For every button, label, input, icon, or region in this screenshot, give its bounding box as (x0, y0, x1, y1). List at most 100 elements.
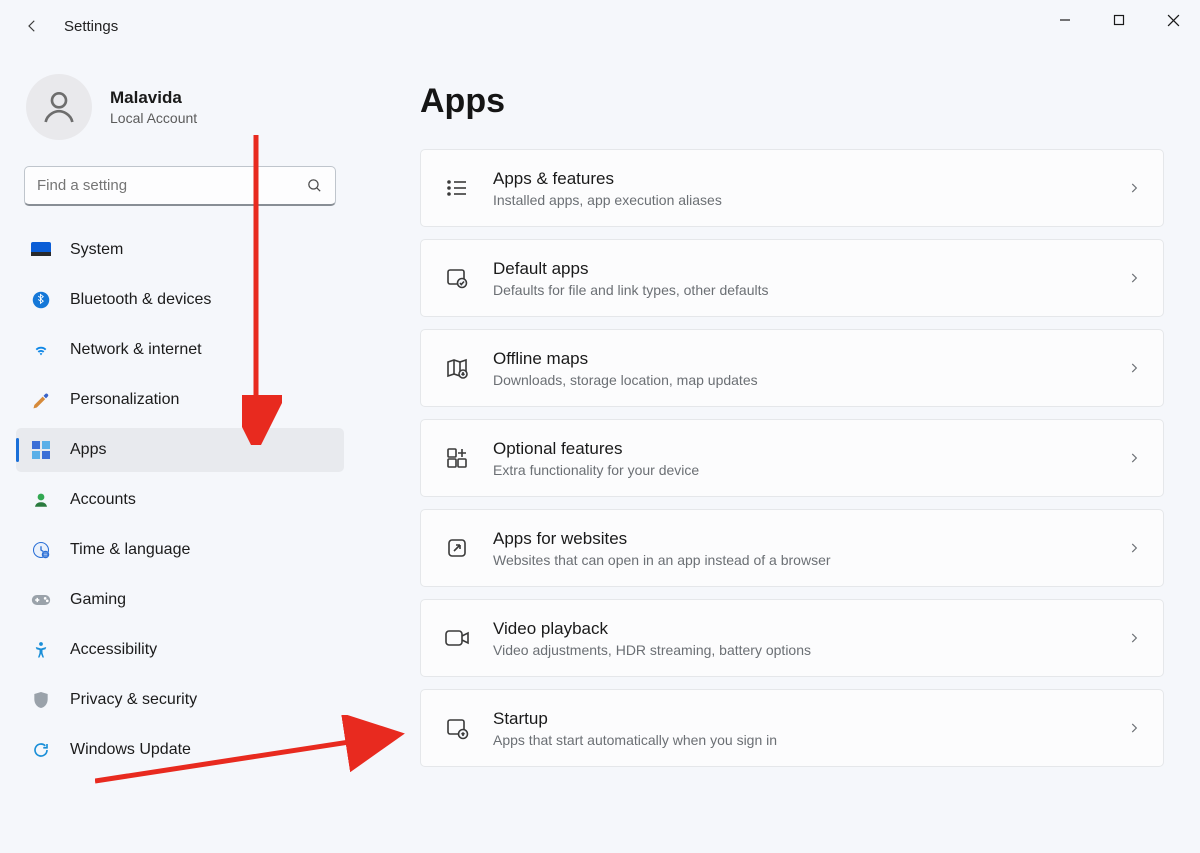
card-subtitle: Defaults for file and link types, other … (493, 282, 1127, 298)
chevron-right-icon (1127, 721, 1141, 735)
chevron-right-icon (1127, 631, 1141, 645)
apps-icon (30, 439, 52, 461)
sidebar-item-apps[interactable]: Apps (16, 428, 344, 472)
sidebar-item-label: Accessibility (70, 641, 157, 659)
video-icon (443, 624, 471, 652)
main-content: Apps Apps & features Installed apps, app… (360, 52, 1200, 853)
sidebar-item-label: Gaming (70, 591, 126, 609)
sidebar-item-label: System (70, 241, 123, 259)
card-apps-for-websites[interactable]: Apps for websites Websites that can open… (420, 509, 1164, 587)
card-title: Apps & features (493, 169, 1127, 189)
sidebar-item-accounts[interactable]: Accounts (16, 478, 344, 522)
chevron-right-icon (1127, 181, 1141, 195)
card-text: Startup Apps that start automatically wh… (493, 709, 1127, 748)
default-apps-icon (443, 264, 471, 292)
sidebar-item-label: Network & internet (70, 341, 202, 359)
back-button[interactable] (14, 8, 50, 44)
card-text: Video playback Video adjustments, HDR st… (493, 619, 1127, 658)
brush-icon (30, 389, 52, 411)
sidebar: Malavida Local Account System Bluetooth … (0, 52, 360, 853)
card-optional-features[interactable]: Optional features Extra functionality fo… (420, 419, 1164, 497)
sidebar-item-label: Time & language (70, 541, 190, 559)
sidebar-item-windows-update[interactable]: Windows Update (16, 728, 344, 772)
card-title: Offline maps (493, 349, 1127, 369)
card-text: Default apps Defaults for file and link … (493, 259, 1127, 298)
card-text: Apps for websites Websites that can open… (493, 529, 1127, 568)
card-title: Apps for websites (493, 529, 1127, 549)
card-title: Optional features (493, 439, 1127, 459)
sidebar-item-privacy[interactable]: Privacy & security (16, 678, 344, 722)
card-subtitle: Extra functionality for your device (493, 462, 1127, 478)
close-button[interactable] (1146, 0, 1200, 40)
app-link-icon (443, 534, 471, 562)
arrow-left-icon (23, 17, 41, 35)
settings-window: Settings Malavida Local Account (0, 0, 1200, 853)
sidebar-item-personalization[interactable]: Personalization (16, 378, 344, 422)
card-title: Startup (493, 709, 1127, 729)
card-startup[interactable]: Startup Apps that start automatically wh… (420, 689, 1164, 767)
chevron-right-icon (1127, 451, 1141, 465)
search-box[interactable] (24, 166, 336, 206)
chevron-right-icon (1127, 271, 1141, 285)
title-bar: Settings (0, 0, 1200, 52)
user-subtitle: Local Account (110, 110, 197, 126)
minimize-button[interactable] (1038, 0, 1092, 40)
accessibility-icon (30, 639, 52, 661)
sidebar-item-system[interactable]: System (16, 228, 344, 272)
sidebar-item-label: Personalization (70, 391, 179, 409)
monitor-icon (30, 239, 52, 261)
card-subtitle: Video adjustments, HDR streaming, batter… (493, 642, 1127, 658)
chevron-right-icon (1127, 361, 1141, 375)
card-subtitle: Websites that can open in an app instead… (493, 552, 1127, 568)
clock-icon (30, 539, 52, 561)
minimize-icon (1059, 14, 1071, 26)
person-icon (39, 87, 79, 127)
user-name: Malavida (110, 88, 197, 108)
accounts-icon (30, 489, 52, 511)
grid-plus-icon (443, 444, 471, 472)
card-apps-features[interactable]: Apps & features Installed apps, app exec… (420, 149, 1164, 227)
maximize-button[interactable] (1092, 0, 1146, 40)
sidebar-item-label: Apps (70, 441, 106, 459)
sidebar-item-network[interactable]: Network & internet (16, 328, 344, 372)
sidebar-item-gaming[interactable]: Gaming (16, 578, 344, 622)
search-input[interactable] (37, 177, 306, 194)
maximize-icon (1113, 14, 1125, 26)
shield-icon (30, 689, 52, 711)
list-icon (443, 174, 471, 202)
startup-icon (443, 714, 471, 742)
sidebar-item-label: Accounts (70, 491, 136, 509)
sidebar-item-label: Windows Update (70, 741, 191, 759)
card-subtitle: Installed apps, app execution aliases (493, 192, 1127, 208)
avatar (26, 74, 92, 140)
card-text: Apps & features Installed apps, app exec… (493, 169, 1127, 208)
card-video-playback[interactable]: Video playback Video adjustments, HDR st… (420, 599, 1164, 677)
sidebar-item-label: Bluetooth & devices (70, 291, 211, 309)
wifi-icon (30, 339, 52, 361)
card-title: Default apps (493, 259, 1127, 279)
card-subtitle: Downloads, storage location, map updates (493, 372, 1127, 388)
page-title: Apps (420, 82, 1164, 121)
user-text: Malavida Local Account (110, 88, 197, 126)
map-icon (443, 354, 471, 382)
nav-list: System Bluetooth & devices Network & int… (16, 228, 344, 772)
gamepad-icon (30, 589, 52, 611)
close-icon (1167, 14, 1180, 27)
bluetooth-icon (30, 289, 52, 311)
window-controls (1038, 0, 1200, 40)
user-block[interactable]: Malavida Local Account (16, 70, 344, 160)
sidebar-item-accessibility[interactable]: Accessibility (16, 628, 344, 672)
update-icon (30, 739, 52, 761)
card-title: Video playback (493, 619, 1127, 639)
sidebar-item-bluetooth[interactable]: Bluetooth & devices (16, 278, 344, 322)
card-default-apps[interactable]: Default apps Defaults for file and link … (420, 239, 1164, 317)
card-offline-maps[interactable]: Offline maps Downloads, storage location… (420, 329, 1164, 407)
sidebar-item-label: Privacy & security (70, 691, 197, 709)
search-icon (306, 177, 323, 194)
card-subtitle: Apps that start automatically when you s… (493, 732, 1127, 748)
sidebar-item-time-language[interactable]: Time & language (16, 528, 344, 572)
card-text: Offline maps Downloads, storage location… (493, 349, 1127, 388)
card-text: Optional features Extra functionality fo… (493, 439, 1127, 478)
chevron-right-icon (1127, 541, 1141, 555)
app-title: Settings (64, 18, 118, 35)
